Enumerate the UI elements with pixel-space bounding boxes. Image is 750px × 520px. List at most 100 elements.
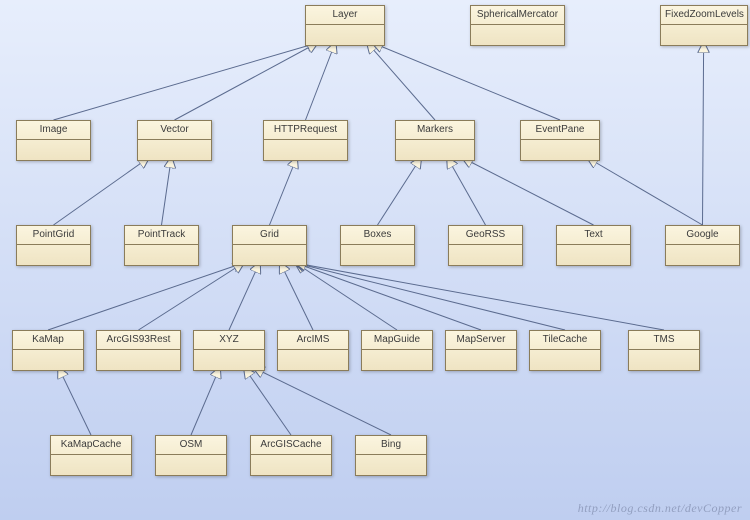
- inherit-edge: [280, 263, 313, 330]
- class-Vector: Vector: [137, 120, 212, 161]
- class-title: HTTPRequest: [264, 121, 347, 140]
- class-KaMapCache: KaMapCache: [50, 435, 132, 476]
- class-OSM: OSM: [155, 435, 227, 476]
- class-body: [17, 140, 90, 160]
- class-body: [233, 245, 306, 265]
- class-ArcGIS93Rest: ArcGIS93Rest: [96, 330, 181, 371]
- inherit-edge: [373, 43, 560, 120]
- inherit-edge: [162, 158, 172, 225]
- class-SphericalMercator: SphericalMercator: [470, 5, 565, 46]
- inherit-edge: [59, 368, 91, 435]
- class-title: EventPane: [521, 121, 599, 140]
- class-title: Image: [17, 121, 90, 140]
- inherit-edge: [378, 158, 421, 225]
- inherit-edge: [270, 158, 297, 225]
- class-title: KaMapCache: [51, 436, 131, 455]
- class-body: [13, 350, 83, 370]
- inherit-edge: [254, 368, 391, 435]
- inherit-edge: [139, 263, 244, 330]
- class-Boxes: Boxes: [340, 225, 415, 266]
- class-Text: Text: [556, 225, 631, 266]
- class-PointGrid: PointGrid: [16, 225, 91, 266]
- inherit-edge: [296, 263, 397, 330]
- class-title: PointTrack: [125, 226, 198, 245]
- class-body: [278, 350, 348, 370]
- class-body: [138, 140, 211, 160]
- class-title: GeoRSS: [449, 226, 522, 245]
- class-title: TileCache: [530, 331, 600, 350]
- class-body: [51, 455, 131, 475]
- inherit-edge: [245, 368, 292, 435]
- inherit-edge: [296, 263, 481, 330]
- class-title: Vector: [138, 121, 211, 140]
- class-body: [97, 350, 180, 370]
- class-ArcIMS: ArcIMS: [277, 330, 349, 371]
- class-Markers: Markers: [395, 120, 475, 161]
- class-title: MapGuide: [362, 331, 432, 350]
- class-MapGuide: MapGuide: [361, 330, 433, 371]
- class-title: FixedZoomLevels: [661, 6, 747, 25]
- class-title: ArcGISCache: [251, 436, 331, 455]
- class-GeoRSS: GeoRSS: [448, 225, 523, 266]
- class-title: Grid: [233, 226, 306, 245]
- class-Layer: Layer: [305, 5, 385, 46]
- class-title: MapServer: [446, 331, 516, 350]
- class-body: [396, 140, 474, 160]
- class-title: ArcIMS: [278, 331, 348, 350]
- class-body: [341, 245, 414, 265]
- class-body: [446, 350, 516, 370]
- inherit-edge: [54, 43, 318, 120]
- inherit-edge: [229, 263, 259, 330]
- class-ArcGISCache: ArcGISCache: [250, 435, 332, 476]
- class-title: Markers: [396, 121, 474, 140]
- class-body: [17, 245, 90, 265]
- class-body: [521, 140, 599, 160]
- class-TMS: TMS: [628, 330, 700, 371]
- class-body: [125, 245, 198, 265]
- class-title: SphericalMercator: [471, 6, 564, 25]
- class-body: [194, 350, 264, 370]
- class-title: Boxes: [341, 226, 414, 245]
- inherit-edge: [368, 43, 436, 120]
- class-title: Bing: [356, 436, 426, 455]
- inherit-edge: [463, 158, 594, 225]
- inherit-edge: [306, 43, 336, 120]
- inherit-edge: [448, 158, 486, 225]
- class-body: [661, 25, 747, 45]
- inherit-edge: [54, 158, 149, 225]
- class-body: [251, 455, 331, 475]
- class-body: [156, 455, 226, 475]
- inherit-edge: [191, 368, 220, 435]
- class-title: TMS: [629, 331, 699, 350]
- class-Google: Google: [665, 225, 740, 266]
- class-title: ArcGIS93Rest: [97, 331, 180, 350]
- class-FixedZoomLevels: FixedZoomLevels: [660, 5, 748, 46]
- class-TileCache: TileCache: [529, 330, 601, 371]
- class-body: [629, 350, 699, 370]
- diagram-canvas: { "watermark": "http://blog.csdn.net/dev…: [0, 0, 750, 520]
- class-body: [666, 245, 739, 265]
- class-body: [264, 140, 347, 160]
- inherit-edge: [588, 158, 703, 225]
- class-body: [306, 25, 384, 45]
- class-body: [557, 245, 630, 265]
- class-title: Text: [557, 226, 630, 245]
- class-Grid: Grid: [232, 225, 307, 266]
- class-title: OSM: [156, 436, 226, 455]
- class-title: XYZ: [194, 331, 264, 350]
- class-KaMap: KaMap: [12, 330, 84, 371]
- class-PointTrack: PointTrack: [124, 225, 199, 266]
- inherit-edge: [296, 263, 565, 330]
- class-Bing: Bing: [355, 435, 427, 476]
- inherit-edge: [175, 43, 318, 120]
- class-title: Layer: [306, 6, 384, 25]
- class-body: [530, 350, 600, 370]
- class-title: Google: [666, 226, 739, 245]
- class-body: [356, 455, 426, 475]
- class-HTTPRequest: HTTPRequest: [263, 120, 348, 161]
- watermark: http://blog.csdn.net/devCopper: [578, 501, 742, 516]
- inherit-edge: [703, 43, 704, 225]
- class-EventPane: EventPane: [520, 120, 600, 161]
- class-XYZ: XYZ: [193, 330, 265, 371]
- class-body: [362, 350, 432, 370]
